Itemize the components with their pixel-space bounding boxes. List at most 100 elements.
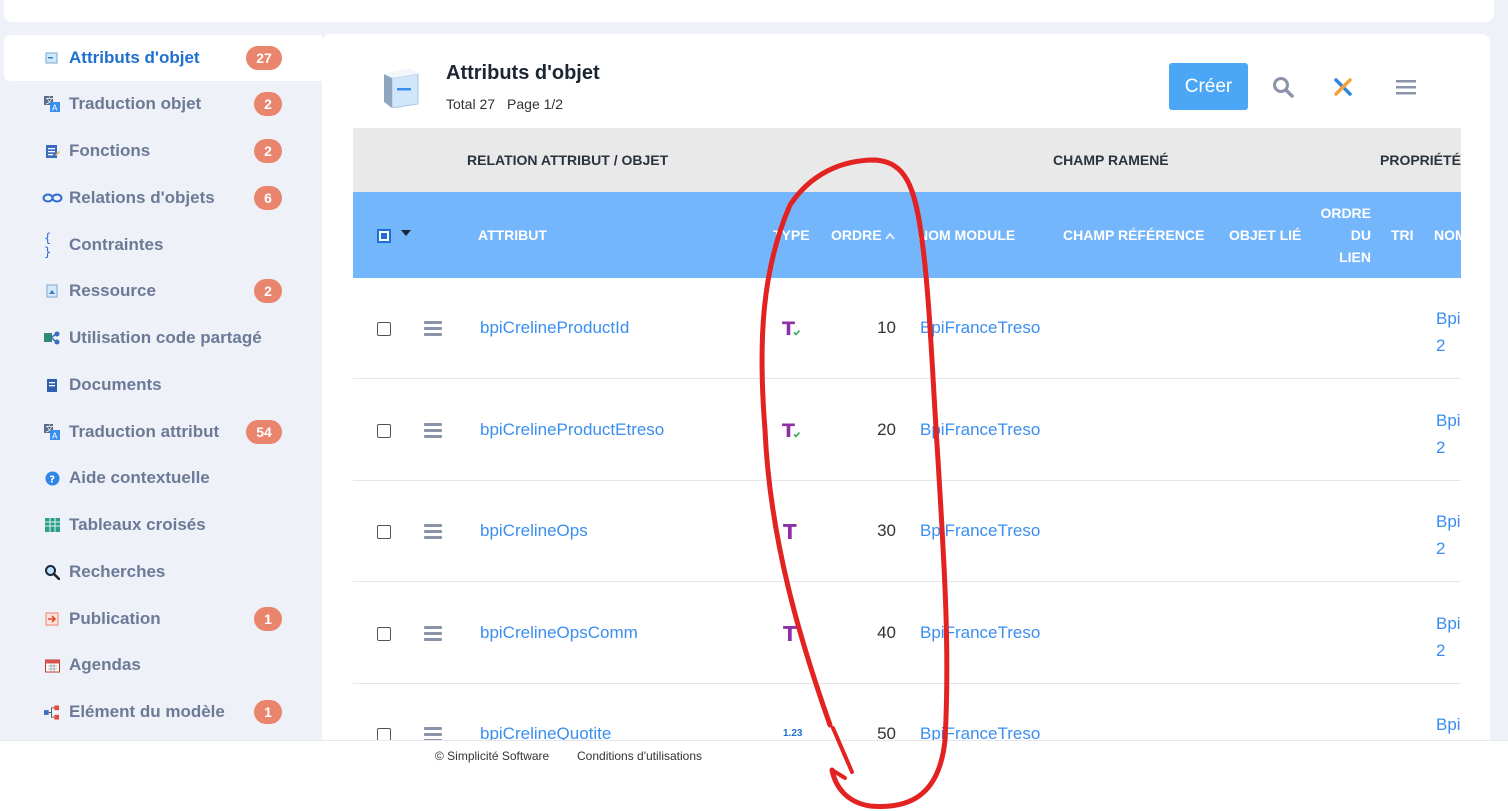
sidebar-item-contraintes[interactable]: { } Contraintes (4, 222, 322, 268)
svg-text:T: T (782, 318, 795, 340)
sidebar-item-tableaux-croises[interactable]: Tableaux croisés (4, 502, 322, 548)
count-badge: 27 (246, 46, 282, 70)
name-cell[interactable]: Bpi 2 (1436, 407, 1461, 461)
sidebar-item-relations-objets[interactable]: Relations d'objets 6 (4, 175, 322, 221)
module-link[interactable]: BpiFranceTreso (920, 623, 1040, 643)
order-value: 50 (877, 724, 896, 740)
col-ordre-du-lien-line3: LIEN (1339, 249, 1371, 265)
top-bar (4, 0, 1494, 22)
attribute-link[interactable]: bpiCrelineQuotite (480, 724, 611, 740)
name-cell-line2: 2 (1436, 336, 1446, 355)
row-menu-icon[interactable] (424, 626, 442, 641)
group-relation-attribut: RELATION ATTRIBUT / OBJET (467, 152, 669, 168)
sidebar-item-aide-contextuelle[interactable]: ? Aide contextuelle (4, 455, 322, 501)
page-indicator: Page 1/2 (507, 96, 564, 112)
table-row[interactable]: bpiCrelineProductEtreso T 20 BpiFranceTr… (353, 380, 1461, 481)
count-badge: 6 (254, 186, 282, 210)
sidebar-item-attributs-objet[interactable]: Attributs d'objet 27 (4, 35, 322, 81)
col-attribut[interactable]: ATTRIBUT (478, 227, 547, 243)
tools-icon[interactable] (1330, 74, 1356, 100)
menu-icon[interactable] (1393, 74, 1419, 100)
col-nom[interactable]: NOM (1434, 227, 1461, 243)
module-link[interactable]: BpiFranceTreso (920, 521, 1040, 541)
table-row[interactable]: bpiCrelineOpsComm T 40 BpiFranceTreso Bp… (353, 583, 1461, 684)
count-badge: 1 (254, 700, 282, 724)
name-cell[interactable]: Bpi 2 (1436, 508, 1461, 562)
selection-dropdown-icon[interactable] (401, 230, 411, 236)
row-checkbox[interactable] (377, 728, 391, 740)
object-attributes-icon (380, 66, 420, 109)
col-objet-lie[interactable]: OBJET LIÉ (1229, 227, 1301, 243)
name-cell[interactable]: Bpi 2 (1436, 305, 1461, 359)
sidebar-item-recherches[interactable]: Recherches (4, 549, 322, 595)
search-icon[interactable] (1270, 74, 1296, 100)
sidebar-item-label: Ressource (69, 281, 156, 300)
col-nom-module[interactable]: NOM MODULE (918, 227, 1015, 243)
select-all-checkbox[interactable] (377, 229, 391, 243)
row-checkbox[interactable] (377, 424, 391, 438)
sidebar-item-utilisation-code[interactable]: Utilisation code partagé (4, 315, 322, 361)
sidebar-item-agendas[interactable]: Agendas (4, 642, 322, 688)
name-cell[interactable]: Bpi (1436, 711, 1461, 738)
row-checkbox[interactable] (377, 322, 391, 336)
sidebar-item-label: Contraintes (69, 235, 164, 254)
braces-icon: { } (44, 231, 52, 259)
svg-text:A: A (52, 432, 58, 441)
row-checkbox[interactable] (377, 525, 391, 539)
sidebar-item-publication[interactable]: Publication 1 (4, 596, 322, 642)
row-menu-icon[interactable] (424, 727, 442, 740)
col-ordre[interactable]: ORDRE (831, 227, 895, 243)
table-row[interactable]: bpiCrelineQuotite 1.23 50 BpiFranceTreso… (353, 684, 1461, 740)
attributes-table: RELATION ATTRIBUT / OBJET CHAMP RAMENÉ P… (353, 128, 1461, 740)
sidebar-item-label: Traduction attribut (69, 422, 220, 441)
count-badge: 54 (246, 420, 282, 444)
col-ordre-du-lien[interactable]: ORDRE DU LIEN (1313, 202, 1371, 268)
svg-text:T: T (783, 521, 797, 543)
search-icon (44, 564, 60, 580)
attribute-link[interactable]: bpiCrelineOpsComm (480, 623, 638, 643)
table-row[interactable]: bpiCrelineOps T 30 BpiFranceTreso Bpi 2 (353, 481, 1461, 582)
sidebar-item-element-modele[interactable]: Elément du modèle 1 (4, 689, 322, 735)
create-button[interactable]: Créer (1169, 63, 1248, 110)
resource-icon (44, 283, 60, 299)
sidebar-item-label: Traduction objet (69, 94, 202, 113)
name-cell-line1: Bpi (1436, 309, 1461, 328)
terms-link[interactable]: Conditions d'utilisations (577, 749, 702, 763)
col-ordre-du-lien-line2: DU (1350, 227, 1371, 243)
sidebar-item-ressource[interactable]: Ressource 2 (4, 268, 322, 314)
document-icon (44, 377, 60, 393)
col-champ-reference[interactable]: CHAMP RÉFÉRENCE (1063, 227, 1204, 243)
total-count: Total 27 (446, 96, 496, 112)
shared-code-icon (44, 330, 60, 346)
module-link[interactable]: BpiFranceTreso (920, 724, 1040, 740)
help-icon: ? (44, 470, 60, 486)
attribute-link[interactable]: bpiCrelineProductEtreso (480, 420, 664, 440)
row-checkbox[interactable] (377, 627, 391, 641)
list-summary: Total 27 Page 1/2 (446, 96, 575, 112)
row-menu-icon[interactable] (424, 321, 442, 336)
sidebar-item-label: Utilisation code partagé (69, 328, 262, 347)
module-link[interactable]: BpiFranceTreso (920, 318, 1040, 338)
sidebar-item-fonctions[interactable]: Fonctions 2 (4, 128, 322, 174)
sidebar-item-traduction-objet[interactable]: 文A Traduction objet 2 (4, 81, 322, 127)
col-ordre-label: ORDRE (831, 227, 882, 243)
order-value: 30 (877, 521, 896, 540)
col-type[interactable]: TYPE (773, 227, 810, 243)
pivot-table-icon (44, 517, 60, 533)
attribute-link[interactable]: bpiCrelineProductId (480, 318, 629, 338)
module-link[interactable]: BpiFranceTreso (920, 420, 1040, 440)
order-value: 10 (877, 318, 896, 337)
sidebar-item-documents[interactable]: Documents (4, 362, 322, 408)
name-cell-line1: Bpi (1436, 411, 1461, 430)
table-row[interactable]: bpiCrelineProductId T 10 BpiFranceTreso … (353, 278, 1461, 379)
link-icon (42, 190, 64, 206)
attribute-link[interactable]: bpiCrelineOps (480, 521, 588, 541)
col-tri[interactable]: TRI (1391, 227, 1414, 243)
row-menu-icon[interactable] (424, 423, 442, 438)
row-menu-icon[interactable] (424, 524, 442, 539)
group-proprietes: PROPRIÉTÉ (1380, 152, 1461, 168)
sidebar-item-traduction-attribut[interactable]: 文A Traduction attribut 54 (4, 409, 322, 455)
object-attributes-icon (44, 50, 60, 66)
name-cell[interactable]: Bpi 2 (1436, 610, 1461, 664)
group-champ-ramene: CHAMP RAMENÉ (1053, 152, 1169, 168)
